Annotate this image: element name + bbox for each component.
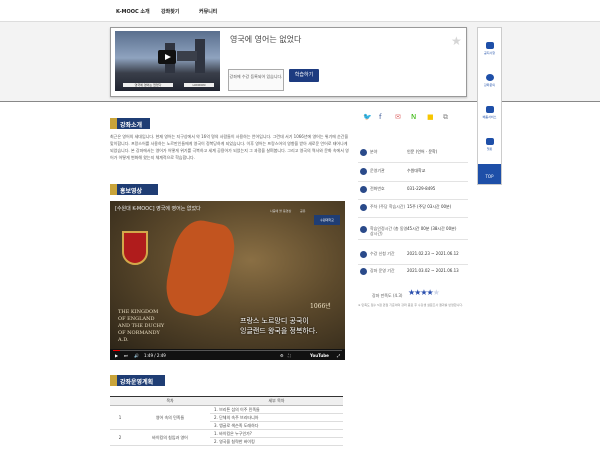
watch-later-button[interactable]: 나중에 볼 동영상 (270, 209, 291, 213)
table-row: 2 바이킹의 침입과 영어 1. 바이킹은 누구인가? (110, 429, 343, 446)
plan-detail-item: 1. 브리튼 섬의 이주 민족들 (210, 405, 343, 414)
copy-icon[interactable]: ⧉ (443, 113, 448, 122)
nav-course-search[interactable]: 강좌찾기 (161, 8, 179, 15)
thumbnail-caption-secondary: LONDON (184, 83, 214, 87)
info-divider (358, 199, 468, 200)
rating-stars: ★★★★★ (408, 288, 440, 297)
plan-detail-item: 2. 단체의 속주 브리타니아 (210, 413, 343, 422)
info-bullet-icon (360, 251, 367, 258)
video-progress-bar[interactable] (113, 350, 342, 351)
thumbnail-caption: 영국에 영어는 없었다 (123, 83, 173, 87)
section-header-promo: 홍보영상 (110, 184, 158, 195)
info-divider (358, 264, 468, 265)
top-navigation: K-MOOC 소개 강좌찾기 커뮤니티 (0, 0, 600, 22)
mail-icon[interactable]: ✉ (395, 113, 401, 121)
course-intro-text: 최근은 영어의 세대입니다. 현재 영어는 지구상에서 약 16억 명의 사람들… (110, 134, 349, 160)
naver-icon[interactable]: N (411, 113, 416, 121)
chat-icon (485, 74, 494, 81)
quick-course-inquiry[interactable]: 강좌문의 (478, 74, 501, 87)
fullscreen-icon[interactable]: ⛶ (288, 353, 291, 358)
share-button[interactable]: 공유 (300, 209, 306, 213)
plan-header-details: 세부 목차 (210, 396, 343, 406)
play-button-icon[interactable]: ▶ (115, 353, 118, 358)
map-kingdom-text: THE KINGDOM OF ENGLAND AND THE DUCHY OF NO… (118, 309, 165, 343)
info-label: 운영기관 (370, 168, 385, 173)
info-value: 45시간 00분 (38시간 00분) (407, 226, 457, 231)
table-row: 1 영어 속의 민족들 1. 브리튼 섬의 이주 민족들 (110, 405, 343, 430)
section-header-plan: 강좌운영계획 (110, 375, 165, 386)
promo-video-player[interactable]: [수원대 K-MOOC] 영국에 영어는 없었다 나중에 볼 동영상 공유 수원… (110, 201, 345, 360)
quick-learning-service[interactable]: 배움서비스 (478, 106, 501, 119)
info-label: 주차 (주당 학습시간) (370, 204, 406, 209)
plan-week-title: 영어 속의 민족들 (130, 405, 210, 430)
plan-detail-item: 1. 바이킹은 누구인가? (210, 429, 343, 438)
university-logo: 수원대학교 (314, 215, 340, 225)
video-controls: ▶ ⏭ 🔊 1:49 / 2:49 ⚙ ⛶ YouTube ⤢ (110, 349, 345, 360)
book-icon (485, 106, 494, 113)
start-learning-button[interactable]: 학습하기 (289, 69, 319, 82)
plan-header-title: 목차 (130, 396, 210, 406)
plan-detail-item: 3. 앵글로 색슨족 도래하다 (210, 421, 343, 430)
info-bullet-icon (360, 226, 367, 233)
course-thumbnail[interactable]: 영국에 영어는 없었다 LONDON (115, 31, 220, 91)
info-bullet-icon (360, 168, 367, 175)
info-label: 강좌 운영 기간 (370, 268, 395, 273)
england-map-region (160, 215, 240, 322)
info-label: 수강 신청 기간 (370, 251, 395, 256)
royal-shield-emblem (122, 231, 148, 265)
section-header-intro: 강좌소개 (110, 118, 150, 129)
info-divider (358, 181, 468, 182)
info-divider (358, 239, 468, 240)
plan-detail-item: 2. 영국을 침략한 바이킹 (210, 437, 343, 446)
quick-chatbot[interactable]: 챗봇 (478, 138, 501, 151)
info-label: 분야 (370, 149, 378, 154)
info-value: 수원대학교 (407, 168, 426, 173)
info-value: 2021.03.02 ~ 2021.06.13 (407, 268, 459, 273)
twitter-icon[interactable]: 🐦 (363, 113, 372, 121)
video-time: 1:49 / 2:49 (144, 353, 166, 358)
info-bullet-icon (360, 204, 367, 211)
megaphone-icon (485, 42, 494, 49)
info-label: 전화번호 (370, 186, 385, 191)
info-value: 15주 (주당 03시간 00분) (407, 204, 452, 209)
video-subtitle: 프랑스 노르망디 공국이 잉글랜드 왕국을 정복하다. (240, 317, 318, 335)
nav-kmooc-intro[interactable]: K-MOOC 소개 (116, 8, 150, 15)
info-divider (358, 162, 468, 163)
rating-note: ※ 만족도 점수 5점 만점 기준이며 강좌 종료 후 수강생 설문조사 결과를… (358, 303, 464, 307)
info-bullet-icon (360, 186, 367, 193)
enrollment-status: 강좌에 수강 등록되어 있습니다. (228, 69, 284, 91)
kakao-icon[interactable]: ■ (427, 113, 434, 121)
info-divider (358, 217, 468, 218)
course-plan-table: 목차 세부 목차 1 영어 속의 민족들 1. 브리튼 섬의 이주 민족들 2. 단체… (110, 396, 343, 446)
scroll-top-button[interactable]: TOP (478, 164, 501, 184)
info-value: 031-229-8495 (407, 186, 436, 191)
info-value: 인문 (언어 · 문학) (407, 149, 438, 154)
info-value: 2021.02.23 ~ 2021.06.12 (407, 251, 459, 256)
facebook-icon[interactable]: f (379, 113, 381, 121)
play-icon[interactable] (158, 50, 176, 64)
favorite-star-icon[interactable]: ★ (451, 34, 462, 48)
quick-menu-sidebar: 공지사항 강좌문의 배움서비스 챗봇 TOP (477, 27, 502, 185)
next-icon[interactable]: ⏭ (124, 353, 128, 358)
settings-gear-icon[interactable]: ⚙ (280, 353, 284, 358)
rating-label: 강좌 만족도 (4.3) (372, 293, 403, 298)
video-title[interactable]: [수원대 K-MOOC] 영국에 영어는 없었다 (115, 205, 201, 212)
plan-week-title: 바이킹의 침입과 영어 (130, 429, 210, 446)
expand-icon[interactable]: ⤢ (337, 353, 340, 358)
rating-star-icon: ★ (432, 288, 440, 297)
plan-week-no: 1 (110, 405, 130, 430)
plan-week-no: 2 (110, 429, 130, 446)
info-bullet-icon (360, 149, 367, 156)
info-bullet-icon (360, 268, 367, 275)
quick-notice[interactable]: 공지사항 (478, 42, 501, 55)
plan-header-no (110, 396, 130, 406)
volume-icon[interactable]: 🔊 (134, 353, 139, 358)
bot-icon (485, 138, 494, 145)
nav-community[interactable]: 커뮤니티 (199, 8, 217, 15)
info-label: 학습인정시간 (총 동영상시간) (370, 226, 408, 236)
course-title: 영국에 영어는 없었다 (230, 35, 302, 44)
map-year-label: 1066년 (310, 303, 331, 310)
youtube-logo[interactable]: YouTube (310, 353, 329, 358)
